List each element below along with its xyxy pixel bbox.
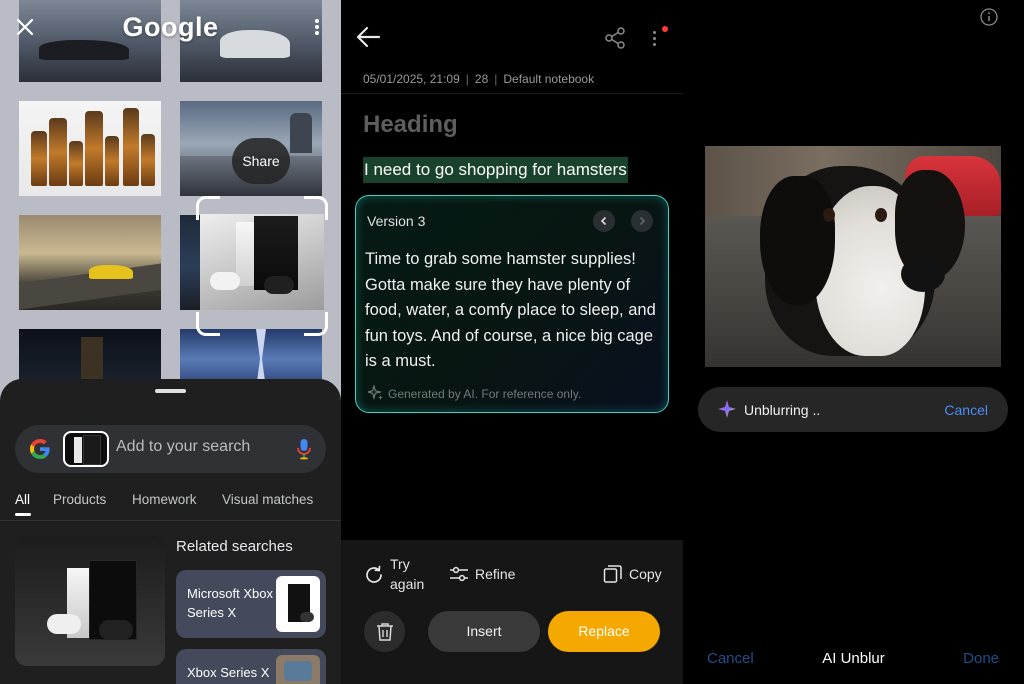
- tabs-divider: [0, 520, 341, 521]
- meta-separator: |: [494, 72, 498, 86]
- try-again-label: again: [390, 576, 425, 592]
- google-g-icon: [30, 439, 50, 459]
- related-search-label: Xbox Series X: [187, 665, 270, 680]
- unblur-status-pill: Unblurring .. Cancel: [698, 387, 1008, 432]
- note-heading[interactable]: Heading: [363, 111, 458, 139]
- copy-icon: [603, 565, 622, 583]
- unblur-bottom-bar: AI Unblur Cancel Done: [683, 648, 1024, 672]
- meta-separator: |: [465, 72, 469, 86]
- refine-button[interactable]: Refine: [449, 564, 529, 586]
- related-search-thumbnail: [276, 576, 320, 632]
- trash-icon: [376, 622, 393, 641]
- related-searches-title: Related searches: [176, 538, 293, 555]
- cancel-unblur-button[interactable]: Cancel: [944, 402, 988, 418]
- result-image[interactable]: [15, 536, 165, 666]
- mic-icon[interactable]: [296, 438, 312, 460]
- note-date: 05/01/2025, 21:09: [363, 72, 460, 86]
- sparkle-icon: [365, 383, 383, 401]
- tab-active-indicator: [15, 513, 31, 516]
- sliders-icon: [450, 566, 468, 582]
- cancel-button[interactable]: Cancel: [707, 650, 754, 667]
- copy-button[interactable]: Copy: [603, 564, 673, 586]
- share-icon[interactable]: [604, 27, 626, 49]
- notification-dot: [662, 26, 668, 32]
- insert-button[interactable]: Insert: [428, 611, 540, 652]
- try-again-button[interactable]: Try again: [363, 556, 433, 596]
- google-title: Google: [122, 12, 219, 42]
- ai-generated-text[interactable]: Time to grab some hamster supplies! Gott…: [365, 247, 665, 375]
- ai-actions-bar: Try again Refine Copy Insert Replace: [341, 540, 683, 684]
- image-tile[interactable]: [19, 215, 161, 310]
- tab-products[interactable]: Products: [53, 492, 106, 507]
- meta-divider: [341, 93, 683, 94]
- prev-version-button[interactable]: [593, 210, 615, 232]
- delete-button[interactable]: [364, 611, 405, 652]
- more-vert-icon[interactable]: [307, 14, 327, 40]
- related-search-card[interactable]: Microsoft Xbox Series X: [176, 570, 326, 638]
- sparkle-icon: [718, 400, 736, 418]
- ai-unblur-panel: Unblurring .. Cancel AI Unblur Cancel Do…: [683, 0, 1024, 684]
- try-again-label: Try: [390, 556, 410, 572]
- search-bar[interactable]: Add to your search: [15, 425, 326, 473]
- google-lens-panel: Share Google Add to your search All Prod…: [0, 0, 341, 684]
- refine-label: Refine: [475, 566, 516, 582]
- search-input-placeholder[interactable]: Add to your search: [116, 438, 250, 456]
- info-icon[interactable]: [980, 8, 998, 26]
- note-char-count: 28: [474, 72, 489, 86]
- tab-all[interactable]: All: [15, 492, 30, 507]
- related-search-thumbnail: [276, 655, 320, 684]
- version-label: Version 3: [367, 213, 426, 229]
- unblur-status-text: Unblurring ..: [744, 402, 821, 418]
- search-image-thumbnail[interactable]: [63, 431, 109, 467]
- note-notebook[interactable]: Default notebook: [503, 72, 594, 86]
- results-sheet: Add to your search All Products Homework…: [0, 379, 341, 684]
- note-meta: 05/01/2025, 21:09 | 28 | Default notebook: [363, 72, 594, 86]
- sheet-drag-handle[interactable]: [155, 389, 186, 393]
- tab-visual-matches[interactable]: Visual matches: [222, 492, 313, 507]
- photo-being-unblurred[interactable]: [705, 146, 1001, 367]
- more-vert-icon[interactable]: [647, 26, 663, 50]
- ai-version-card: Version 3 Time to grab some hamster supp…: [355, 195, 669, 413]
- share-bubble[interactable]: Share: [232, 138, 290, 184]
- tab-homework[interactable]: Homework: [132, 492, 197, 507]
- lens-top-bar: Google: [0, 0, 341, 56]
- done-button[interactable]: Done: [963, 650, 999, 667]
- next-version-button[interactable]: [631, 210, 653, 232]
- related-search-card[interactable]: Xbox Series X: [176, 649, 326, 684]
- selected-text[interactable]: I need to go shopping for hamsters: [363, 157, 628, 183]
- ai-disclaimer: Generated by AI. For reference only.: [365, 383, 582, 401]
- image-tile[interactable]: [19, 101, 161, 196]
- selection-frame[interactable]: [196, 196, 328, 336]
- back-arrow-icon[interactable]: [355, 24, 381, 50]
- ai-disclaimer-text: Generated by AI. For reference only.: [388, 387, 582, 401]
- copy-label: Copy: [629, 566, 662, 582]
- related-search-label: Microsoft Xbox Series X: [187, 586, 273, 620]
- notes-ai-panel: 05/01/2025, 21:09 | 28 | Default notebook He…: [341, 0, 683, 684]
- replace-button[interactable]: Replace: [548, 611, 660, 652]
- refresh-icon: [366, 565, 382, 583]
